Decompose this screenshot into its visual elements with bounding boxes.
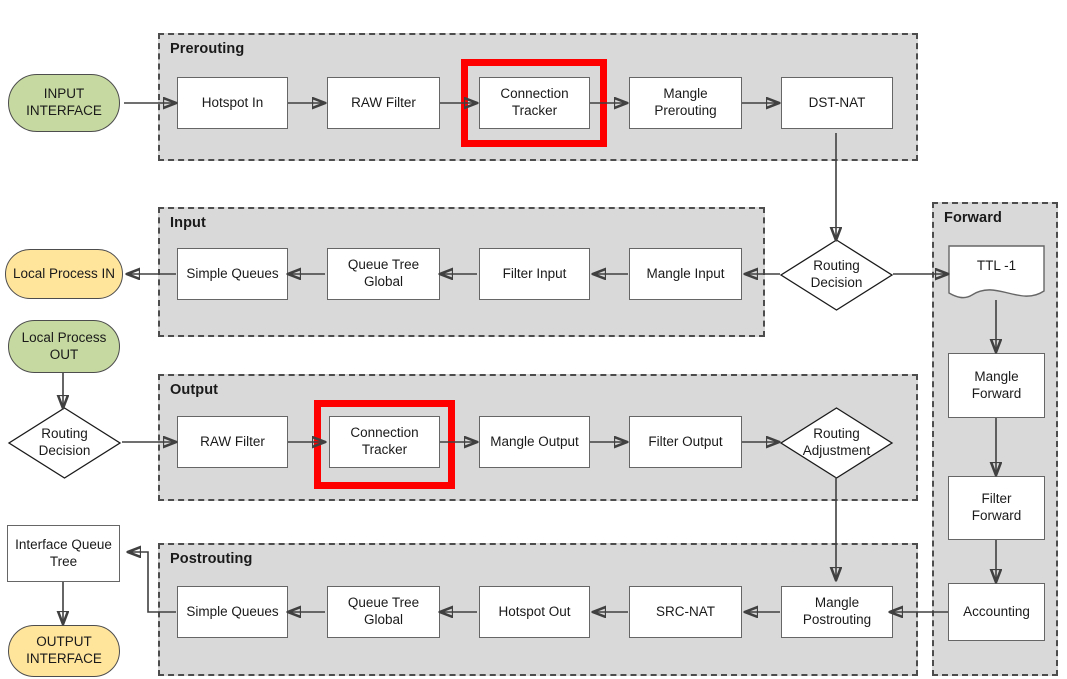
group-output-label: Output (170, 382, 219, 398)
node-accounting[interactable]: Accounting (948, 583, 1045, 641)
node-interface-queue-tree-line1: Interface Queue (15, 536, 112, 552)
terminator-local-process-out[interactable]: Local Process OUT (8, 320, 120, 373)
terminator-local-process-out-line1: Local Process (21, 329, 107, 345)
node-mangle-input[interactable]: Mangle Input (629, 248, 742, 300)
group-prerouting-label: Prerouting (170, 41, 245, 57)
node-interface-queue-tree[interactable]: Interface Queue Tree (7, 525, 120, 582)
node-mangle-output[interactable]: Mangle Output (479, 416, 590, 468)
terminator-output-interface[interactable]: OUTPUT INTERFACE (8, 625, 120, 677)
node-hotspot-out-label: Hotspot Out (498, 603, 571, 619)
node-mangle-postrouting-line2: Postrouting (802, 612, 872, 627)
terminator-input-interface[interactable]: INPUT INTERFACE (8, 74, 120, 132)
node-queue-tree-global-input-line1: Queue Tree (347, 257, 420, 273)
node-mangle-postrouting-line1: Mangle (814, 595, 860, 611)
terminator-local-process-in-label: Local Process IN (12, 265, 116, 281)
node-ttl-minus-1[interactable]: TTL -1 (948, 245, 1045, 302)
node-filter-output-label: Filter Output (648, 433, 723, 449)
node-src-nat[interactable]: SRC-NAT (629, 586, 742, 638)
packet-flow-diagram: Prerouting Input Forward Output Postrout… (0, 0, 1067, 679)
node-queue-tree-global-postrouting[interactable]: Queue Tree Global (327, 586, 440, 638)
highlight-connection-tracker-prerouting (461, 59, 607, 147)
terminator-input-interface-line2: INTERFACE (26, 103, 102, 118)
node-interface-queue-tree-line2: Tree (49, 553, 78, 569)
node-hotspot-out[interactable]: Hotspot Out (479, 586, 590, 638)
terminator-input-interface-line1: INPUT (43, 86, 85, 102)
node-hotspot-in-label: Hotspot In (201, 94, 264, 110)
node-raw-filter-prerouting[interactable]: RAW Filter (327, 77, 440, 129)
node-dst-nat[interactable]: DST-NAT (781, 77, 893, 129)
node-hotspot-in[interactable]: Hotspot In (177, 77, 288, 129)
node-filter-input[interactable]: Filter Input (479, 248, 590, 300)
node-raw-filter-output[interactable]: RAW Filter (177, 416, 288, 468)
node-mangle-input-label: Mangle Input (646, 265, 725, 281)
node-dst-nat-label: DST-NAT (808, 94, 866, 110)
node-mangle-prerouting[interactable]: Mangle Prerouting (629, 77, 742, 129)
node-queue-tree-global-postrouting-line2: Global (363, 612, 404, 627)
node-accounting-label: Accounting (963, 603, 1030, 619)
node-mangle-output-label: Mangle Output (490, 433, 579, 449)
node-mangle-forward-line2: Forward (971, 385, 1022, 401)
terminator-local-process-in[interactable]: Local Process IN (5, 249, 123, 299)
node-src-nat-label: SRC-NAT (656, 603, 715, 619)
node-queue-tree-global-input-line2: Global (363, 274, 404, 289)
node-raw-filter-output-label: RAW Filter (200, 433, 265, 449)
node-raw-filter-prerouting-label: RAW Filter (351, 94, 416, 110)
terminator-local-process-out-line2: OUT (49, 346, 79, 362)
node-filter-input-label: Filter Input (502, 265, 567, 281)
terminator-output-interface-line2: INTERFACE (26, 651, 102, 666)
node-filter-forward-line2: Forward (971, 508, 1022, 523)
highlight-connection-tracker-output (314, 400, 455, 489)
node-simple-queues-postrouting-label: Simple Queues (186, 603, 279, 619)
node-ttl-minus-1-label: TTL -1 (976, 258, 1017, 274)
node-simple-queues-postrouting[interactable]: Simple Queues (177, 586, 288, 638)
group-postrouting-label: Postrouting (170, 551, 253, 567)
node-mangle-prerouting-line1: Mangle (663, 86, 708, 102)
terminator-output-interface-line1: OUTPUT (36, 634, 92, 650)
node-simple-queues-input[interactable]: Simple Queues (177, 248, 288, 300)
node-mangle-prerouting-line2: Prerouting (654, 103, 717, 118)
node-mangle-postrouting[interactable]: Mangle Postrouting (781, 586, 893, 638)
node-queue-tree-global-postrouting-line1: Queue Tree (347, 595, 420, 611)
decision-routing-adjustment[interactable]: Routing Adjustment (779, 407, 894, 479)
node-queue-tree-global-input[interactable]: Queue Tree Global (327, 248, 440, 300)
node-simple-queues-input-label: Simple Queues (186, 265, 279, 281)
decision-routing-decision-prerouting[interactable]: Routing Decision (779, 239, 894, 311)
group-forward-label: Forward (944, 210, 1002, 226)
node-mangle-forward-line1: Mangle (974, 368, 1019, 384)
decision-routing-decision-output[interactable]: Routing Decision (7, 407, 122, 479)
node-filter-forward-line1: Filter (981, 491, 1012, 507)
node-mangle-forward[interactable]: Mangle Forward (948, 353, 1045, 418)
node-filter-forward[interactable]: Filter Forward (948, 476, 1045, 540)
node-filter-output[interactable]: Filter Output (629, 416, 742, 468)
group-input-label: Input (170, 215, 206, 231)
